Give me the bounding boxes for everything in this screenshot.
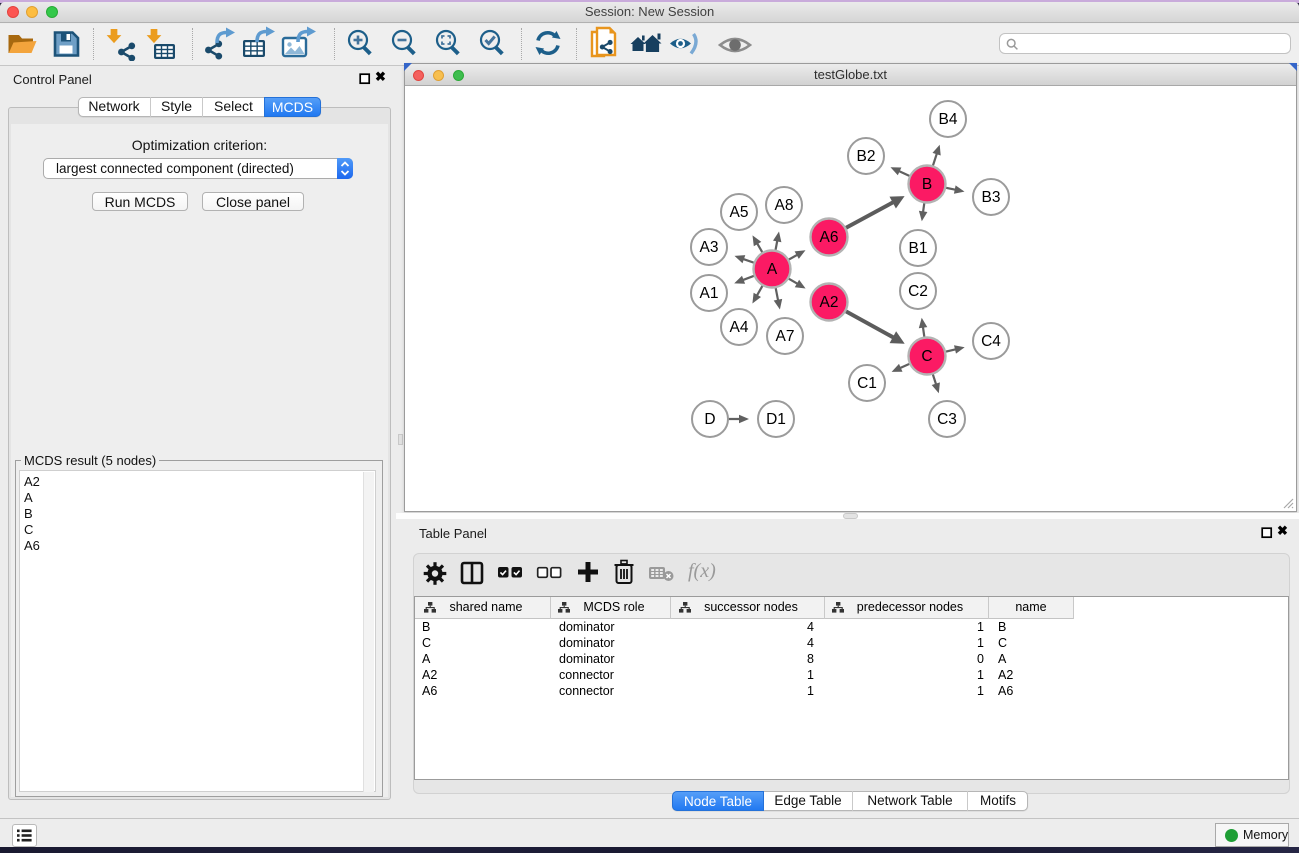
svg-text:A1: A1 <box>700 285 719 302</box>
svg-text:C1: C1 <box>857 375 877 392</box>
svg-text:C3: C3 <box>937 411 957 428</box>
svg-text:A5: A5 <box>730 204 749 221</box>
svg-text:A8: A8 <box>775 197 794 214</box>
svg-text:B3: B3 <box>982 189 1001 206</box>
svg-text:D1: D1 <box>766 411 786 428</box>
svg-text:A7: A7 <box>776 328 795 345</box>
svg-text:A3: A3 <box>700 239 719 256</box>
svg-text:C4: C4 <box>981 333 1001 350</box>
svg-text:B1: B1 <box>909 240 928 257</box>
svg-text:C: C <box>921 348 932 365</box>
svg-text:B2: B2 <box>857 148 876 165</box>
svg-text:B4: B4 <box>939 111 958 128</box>
svg-text:A6: A6 <box>820 229 839 246</box>
svg-text:A: A <box>767 261 778 278</box>
svg-text:A2: A2 <box>820 294 839 311</box>
svg-text:C2: C2 <box>908 283 928 300</box>
svg-text:A4: A4 <box>730 319 749 336</box>
svg-text:B: B <box>922 176 932 193</box>
svg-text:D: D <box>704 411 715 428</box>
